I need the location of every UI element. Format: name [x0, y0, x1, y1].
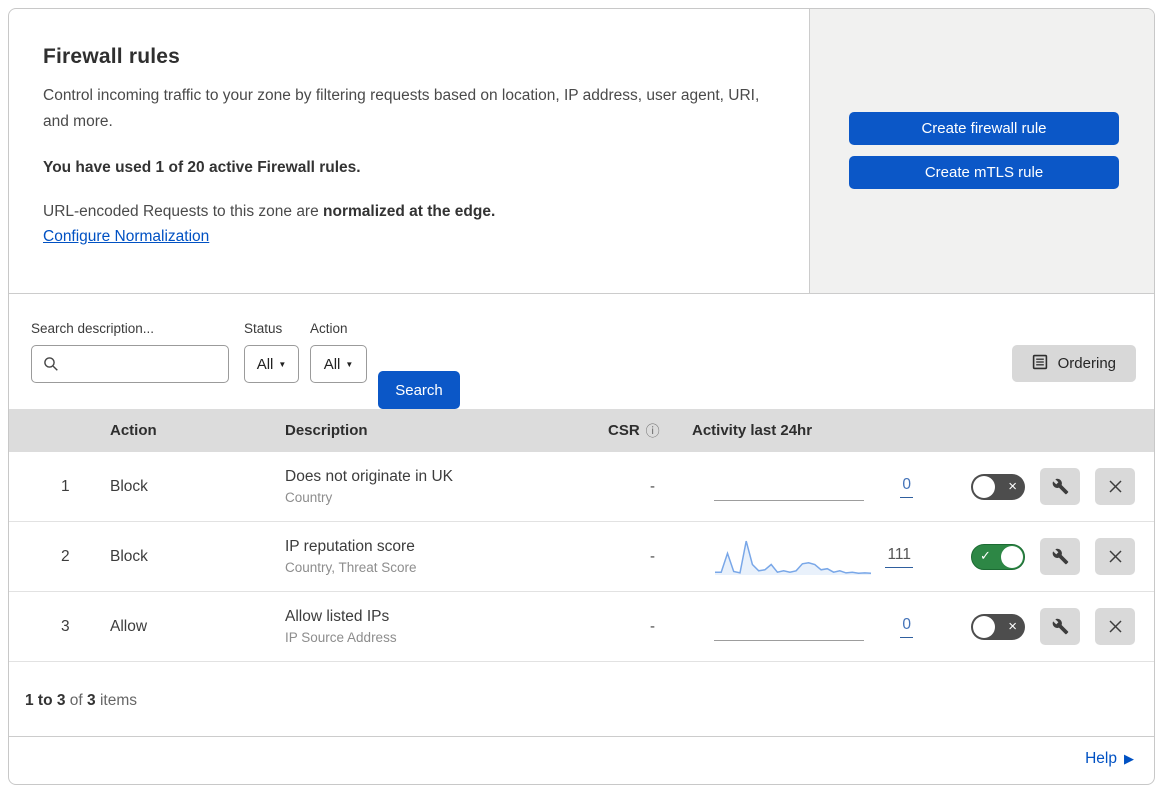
close-icon [1108, 480, 1122, 493]
edit-rule-button[interactable] [1040, 608, 1080, 645]
rule-enable-toggle[interactable]: × [971, 613, 1025, 640]
filter-bar: Search description... Status All ▼ Action… [9, 294, 1154, 409]
col-csr: CSR ⓘ [608, 421, 660, 441]
edit-rule-button[interactable] [1040, 468, 1080, 505]
normalization-note: URL-encoded Requests to this zone are no… [43, 203, 496, 221]
edit-rule-button[interactable] [1040, 538, 1080, 575]
toggle-knob [973, 475, 995, 498]
close-icon [1108, 550, 1122, 563]
col-action: Action [110, 422, 157, 439]
table-row: 2 Block IP reputation score Country, Thr… [9, 522, 1154, 592]
rule-action: Block [110, 477, 148, 495]
search-wrap [31, 345, 229, 383]
rule-csr: - [650, 478, 655, 495]
action-group: Action All ▼ [310, 321, 367, 383]
col-activity: Activity last 24hr [692, 422, 813, 439]
ordering-button[interactable]: Ordering [1011, 345, 1136, 382]
activity-count-link[interactable]: 0 [900, 476, 913, 498]
info-icon[interactable]: ⓘ [646, 421, 660, 441]
header-text-block: Firewall rules Control incoming traffic … [9, 9, 809, 293]
table-row: 3 Allow Allow listed IPs IP Source Addre… [9, 592, 1154, 662]
close-icon [1108, 620, 1122, 633]
status-group: Status All ▼ [244, 321, 299, 383]
rule-controls: ✓ [925, 538, 1154, 575]
page-title: Firewall rules [43, 45, 181, 68]
activity-sparkline [714, 536, 872, 578]
search-button[interactable]: Search [378, 371, 460, 409]
status-label: Status [244, 321, 283, 336]
chevron-down-icon: ▼ [278, 359, 287, 369]
toggle-knob [1001, 545, 1023, 568]
rule-description: IP reputation score Country, Threat Scor… [285, 538, 417, 575]
rule-action: Allow [110, 617, 148, 635]
action-select[interactable]: All ▼ [310, 345, 367, 383]
help-strip: Help ▶ [9, 736, 1154, 781]
actions-panel: Create firewall rule Create mTLS rule [809, 9, 1154, 293]
usage-summary: You have used 1 of 20 active Firewall ru… [43, 159, 361, 177]
create-firewall-rule-button[interactable]: Create firewall rule [849, 112, 1119, 145]
status-select[interactable]: All ▼ [244, 345, 299, 383]
wrench-icon [1052, 478, 1068, 495]
arrow-right-icon: ▶ [1124, 751, 1134, 767]
toggle-state-icon: × [1008, 477, 1017, 495]
ordering-list-icon [1032, 354, 1048, 374]
rule-action: Block [110, 547, 148, 565]
action-label: Action [310, 321, 348, 336]
toggle-state-icon: × [1008, 617, 1017, 635]
rule-csr: - [650, 548, 655, 565]
rule-priority: 2 [61, 547, 70, 565]
search-label: Search description... [31, 321, 155, 336]
delete-rule-button[interactable] [1095, 608, 1135, 645]
help-link[interactable]: Help ▶ [1085, 750, 1134, 768]
activity-sparkline [714, 466, 872, 508]
table-header: Action Description CSR ⓘ Activity last 2… [9, 409, 1154, 452]
search-group: Search description... [31, 321, 229, 383]
toggle-state-icon: ✓ [980, 548, 991, 564]
toggle-knob [973, 615, 995, 638]
rule-activity: 0 [669, 606, 925, 648]
rule-controls: × [925, 468, 1154, 505]
delete-rule-button[interactable] [1095, 468, 1135, 505]
col-description: Description [285, 422, 368, 439]
rule-enable-toggle[interactable]: × [971, 473, 1025, 500]
page-description: Control incoming traffic to your zone by… [43, 87, 760, 131]
activity-sparkline [714, 606, 872, 648]
wrench-icon [1052, 548, 1068, 565]
configure-normalization-link[interactable]: Configure Normalization [43, 228, 209, 246]
rule-priority: 3 [61, 617, 70, 635]
delete-rule-button[interactable] [1095, 538, 1135, 575]
rule-controls: × [925, 608, 1154, 645]
rule-description: Does not originate in UK Country [285, 468, 454, 505]
rule-enable-toggle[interactable]: ✓ [971, 543, 1025, 570]
chevron-down-icon: ▼ [345, 359, 354, 369]
pagination-summary: 1 to 3 of 3 items [25, 692, 138, 709]
rule-activity: 0 [669, 466, 925, 508]
table-row: 1 Block Does not originate in UK Country… [9, 452, 1154, 522]
rule-activity: 111 [669, 536, 925, 578]
header-section: Firewall rules Control incoming traffic … [9, 9, 1154, 294]
rule-priority: 1 [61, 477, 70, 495]
create-mtls-rule-button[interactable]: Create mTLS rule [849, 156, 1119, 189]
firewall-rules-card: Firewall rules Control incoming traffic … [8, 8, 1155, 785]
activity-count-link[interactable]: 111 [885, 546, 913, 568]
search-input[interactable] [31, 345, 229, 383]
rule-description: Allow listed IPs IP Source Address [285, 608, 397, 645]
rule-csr: - [650, 618, 655, 635]
activity-count-link[interactable]: 0 [900, 616, 913, 638]
wrench-icon [1052, 618, 1068, 635]
